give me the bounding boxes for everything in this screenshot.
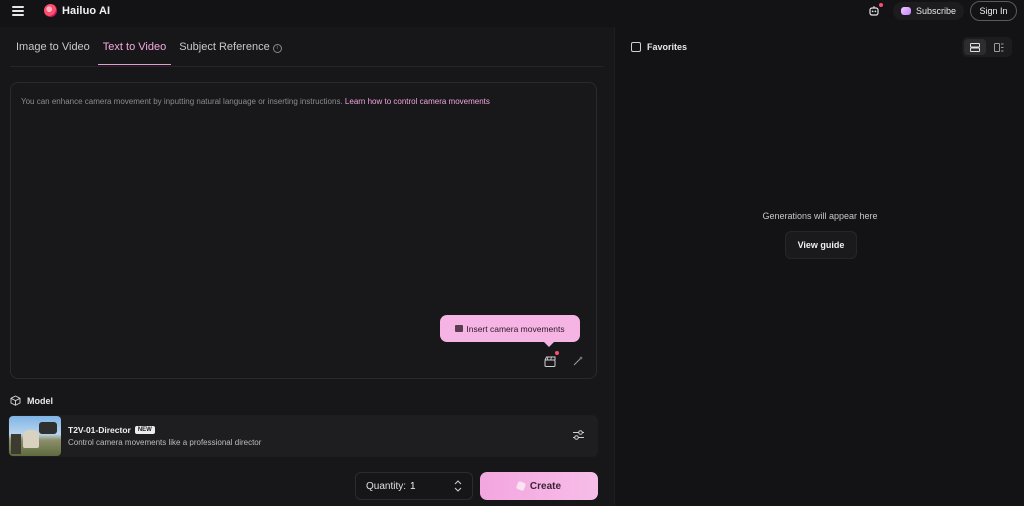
clapperboard-mini-icon [455, 325, 464, 332]
model-description: Control camera movements like a professi… [68, 438, 262, 447]
hailuo-logo-icon [44, 4, 57, 17]
view-guide-button[interactable]: View guide [785, 231, 857, 259]
tooltip-text: Insert camera movements [466, 323, 565, 334]
favorites-label: Favorites [647, 42, 688, 52]
create-label: Create [529, 480, 562, 492]
model-thumbnail [9, 416, 61, 456]
prompt-input[interactable]: You can enhance camera movement by input… [10, 82, 597, 379]
tab-text-to-video[interactable]: Text to Video [97, 41, 172, 65]
results-panel: Favorites Generations will appear here V… [614, 27, 1024, 506]
single-view-button[interactable] [964, 39, 986, 55]
camera-notification-dot [555, 351, 559, 355]
mode-tabs: Image to Video Text to Video Subject Ref… [16, 41, 295, 65]
single-view-icon [970, 42, 980, 52]
creation-panel: Image to Video Text to Video Subject Ref… [0, 27, 614, 506]
tab-subject-reference-label: Subject Reference [179, 41, 270, 53]
app-logo[interactable]: Hailuo AI [44, 4, 110, 17]
create-button[interactable]: Create [480, 472, 598, 500]
model-name: T2V-01-Director NEW [68, 425, 155, 435]
robot-icon[interactable] [868, 5, 880, 17]
split-view-button[interactable] [988, 39, 1010, 55]
top-bar: Hailuo AI Subscribe Sign In [0, 0, 1024, 24]
quantity-label: Quantity: [366, 480, 407, 492]
favorites-checkbox[interactable] [631, 42, 641, 52]
favorites-filter[interactable]: Favorites [631, 42, 687, 52]
empty-state-text: Generations will appear here [762, 211, 878, 221]
placeholder-text: You can enhance camera movement by input… [21, 97, 343, 106]
new-badge: NEW [134, 426, 155, 434]
quantity-stepper[interactable]: Quantity: 1 [355, 472, 473, 500]
model-name-text: T2V-01-Director [68, 425, 131, 435]
model-section-label: Model [10, 395, 53, 406]
gem-icon [901, 7, 911, 15]
split-view-icon [994, 42, 1004, 52]
tab-subject-reference[interactable]: Subject Reference i [179, 41, 282, 65]
sliders-icon[interactable] [572, 429, 585, 441]
quantity-value[interactable]: 1 [410, 481, 416, 492]
tabs-divider [10, 66, 604, 67]
sign-in-button[interactable]: Sign In [970, 1, 1017, 21]
app-name: Hailuo AI [62, 4, 111, 17]
stepper-arrows-icon[interactable] [454, 477, 462, 495]
hamburger-icon[interactable] [12, 6, 24, 16]
subscribe-label: Subscribe [916, 6, 957, 16]
view-toggle [962, 37, 1012, 57]
model-selector[interactable]: T2V-01-Director NEW Control camera movem… [8, 415, 598, 457]
clapperboard-icon[interactable] [544, 356, 556, 367]
notification-dot [879, 3, 883, 7]
camera-guide-link[interactable]: Learn how to control camera movements [345, 97, 490, 106]
prompt-placeholder: You can enhance camera movement by input… [21, 97, 490, 106]
sparkle-icon [515, 480, 527, 492]
model-label-text: Model [27, 395, 53, 406]
camera-tooltip: Insert camera movements [440, 315, 580, 347]
tab-image-to-video[interactable]: Image to Video [16, 41, 90, 65]
subscribe-button[interactable]: Subscribe [893, 2, 965, 20]
magic-wand-icon[interactable] [572, 355, 584, 367]
cube-icon [10, 395, 21, 406]
info-icon[interactable]: i [272, 44, 282, 53]
